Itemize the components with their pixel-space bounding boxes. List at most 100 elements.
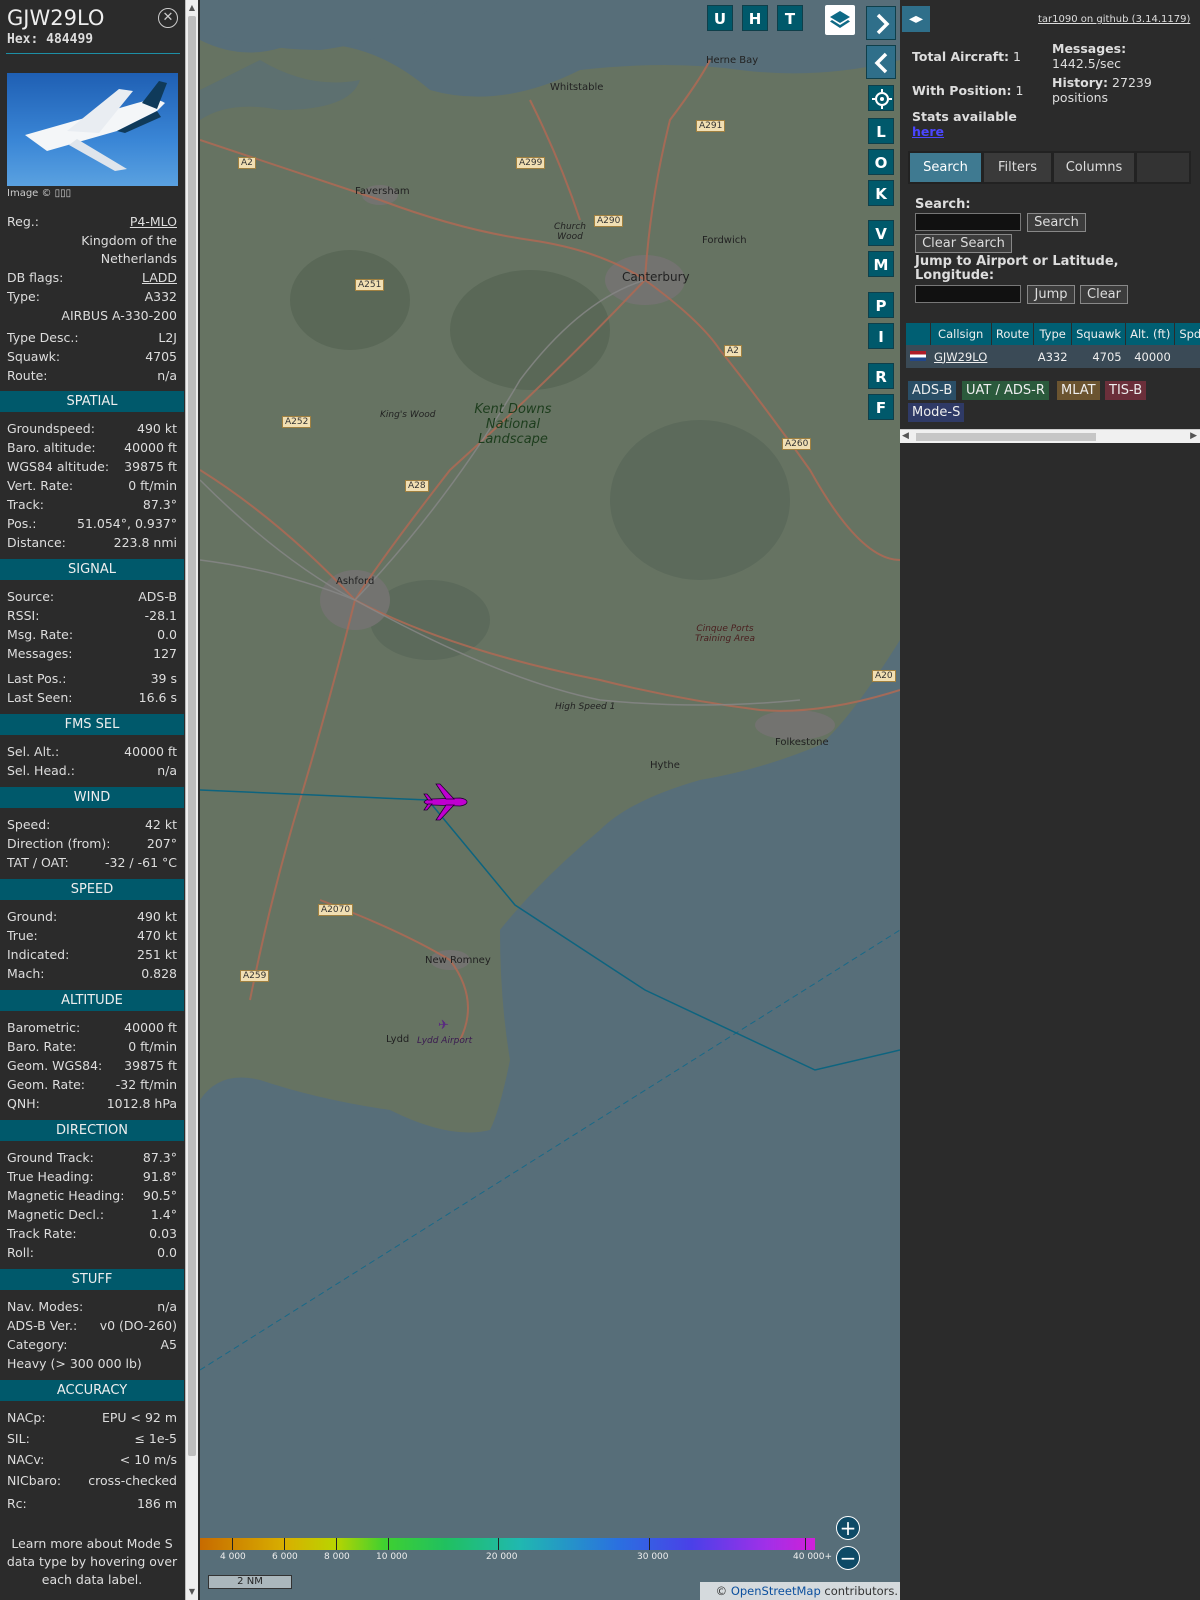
- detail-row: Roll: 0.0: [0, 1243, 180, 1262]
- scroll-right-icon[interactable]: ▶: [1190, 431, 1197, 441]
- settings-button[interactable]: [868, 85, 894, 111]
- detail-row: Speed: 42 kt: [0, 815, 180, 834]
- detail-label: TAT / OAT:: [7, 855, 69, 870]
- toggle-m-button[interactable]: M: [868, 251, 894, 277]
- place-kent-downs: Kent Downs National Landscape: [474, 402, 552, 447]
- layers-button[interactable]: [825, 5, 855, 35]
- toggle-u-button[interactable]: U: [707, 5, 733, 31]
- toggle-r-button[interactable]: R: [868, 363, 894, 389]
- cell-callsign[interactable]: GJW29LO: [930, 345, 992, 368]
- detail-row: Messages: 127: [0, 644, 180, 663]
- column-header[interactable]: Alt. (ft): [1125, 323, 1176, 345]
- column-header[interactable]: Type: [1033, 323, 1073, 345]
- detail-row: QNH: 1012.8 hPa: [0, 1094, 180, 1113]
- detail-label: Rc:: [7, 1496, 27, 1511]
- detail-value: 1012.8 hPa: [106, 1096, 177, 1111]
- road-a2-west: A2: [238, 157, 256, 169]
- toggle-t-button[interactable]: T: [777, 5, 803, 31]
- toggle-p-button[interactable]: P: [868, 292, 894, 318]
- detail-value[interactable]: LADD: [142, 270, 177, 285]
- zoom-in-button[interactable]: +: [836, 1516, 860, 1540]
- gear-icon: [872, 89, 892, 109]
- github-link[interactable]: tar1090 on github (3.14.1179): [1038, 14, 1190, 25]
- badge-mode-s[interactable]: Mode-S: [908, 403, 965, 422]
- table-body: GJW29LO A332 4705 40000: [906, 345, 1200, 368]
- scroll-down-icon[interactable]: ▼: [186, 1586, 198, 1598]
- detail-label: Geom. WGS84:: [7, 1058, 103, 1073]
- toggle-f-button[interactable]: F: [868, 394, 894, 420]
- table-scrollbar[interactable]: ◀ ▶: [900, 429, 1200, 443]
- detail-label: Last Seen:: [7, 690, 73, 705]
- scroll-left-icon[interactable]: ◀: [902, 431, 909, 441]
- stats-link[interactable]: here: [912, 124, 944, 139]
- toggle-h-button[interactable]: H: [742, 5, 768, 31]
- jump-button[interactable]: Jump: [1027, 285, 1075, 304]
- tab-columns[interactable]: Columns: [1054, 153, 1134, 182]
- collapse-panel-button[interactable]: [866, 45, 896, 79]
- close-icon[interactable]: ✕: [158, 8, 178, 28]
- detail-row: Type: A332: [0, 287, 180, 306]
- detail-value: EPU < 92 m: [101, 1410, 177, 1425]
- panel-scrollbar[interactable]: ▲ ▼: [185, 0, 198, 1600]
- place-folkestone: Folkestone: [775, 737, 829, 748]
- scroll-thumb[interactable]: [188, 16, 196, 1456]
- toggle-sidebar-button[interactable]: ◂▸: [902, 6, 930, 32]
- badge-mlat[interactable]: MLAT: [1057, 381, 1100, 400]
- column-header[interactable]: Squawk: [1071, 323, 1127, 345]
- detail-value: 207°: [146, 836, 177, 851]
- road-a251: A251: [355, 279, 385, 291]
- search-input[interactable]: [915, 213, 1021, 231]
- detail-value: 16.6 s: [138, 690, 177, 705]
- detail-label: Track Rate:: [7, 1226, 77, 1241]
- detail-value[interactable]: P4-MLO: [130, 214, 177, 229]
- detail-row: Pos.: 51.054°, 0.937°: [0, 514, 180, 533]
- aircraft-photo[interactable]: [7, 73, 178, 186]
- clear-button[interactable]: Clear: [1080, 285, 1128, 304]
- detail-row: RSSI: -28.1: [0, 606, 180, 625]
- messages-stat: Messages: 1442.5/sec: [1052, 41, 1127, 71]
- detail-label: DB flags:: [7, 270, 64, 285]
- detail-row: Magnetic Decl.: 1.4°: [0, 1205, 180, 1224]
- column-header[interactable]: Route: [991, 323, 1035, 345]
- search-button[interactable]: Search: [1027, 213, 1086, 232]
- osm-link[interactable]: OpenStreetMap: [731, 1584, 821, 1598]
- detail-label: Type:: [7, 289, 40, 304]
- badge-tis-b[interactable]: TIS-B: [1105, 381, 1147, 400]
- badge-ads-b[interactable]: ADS-B: [908, 381, 957, 400]
- detail-value: cross-checked: [88, 1473, 177, 1488]
- jump-input[interactable]: [915, 285, 1021, 303]
- column-header[interactable]: Spd: [1174, 323, 1200, 345]
- detail-row: WGS84 altitude: 39875 ft: [0, 457, 180, 476]
- tab-search[interactable]: Search: [910, 153, 981, 182]
- road-a28: A28: [405, 480, 429, 492]
- detail-label: RSSI:: [7, 608, 40, 623]
- toggle-o-button[interactable]: O: [868, 149, 894, 175]
- hscroll-thumb[interactable]: [916, 433, 1096, 441]
- zoom-out-button[interactable]: −: [836, 1546, 860, 1570]
- expand-panel-button[interactable]: [866, 6, 896, 40]
- detail-value: 91.8°: [142, 1169, 177, 1184]
- detail-label: ADS-B Ver.:: [7, 1318, 78, 1333]
- badge-uat-ads-r[interactable]: UAT / ADS-R: [962, 381, 1049, 400]
- aircraft-marker-icon[interactable]: [422, 782, 468, 822]
- detail-value: 1.4°: [150, 1207, 177, 1222]
- detail-row: Rc: 186 m: [0, 1494, 180, 1513]
- history-stat: History: 27239 positions: [1052, 75, 1152, 105]
- detail-row: True: 470 kt: [0, 926, 180, 945]
- detail-value: 0.828: [141, 966, 177, 981]
- toggle-l-button[interactable]: L: [868, 118, 894, 144]
- table-row[interactable]: GJW29LO A332 4705 40000: [906, 345, 1200, 368]
- column-header[interactable]: [906, 323, 931, 345]
- detail-row: Geom. Rate: -32 ft/min: [0, 1075, 180, 1094]
- toggle-i-button[interactable]: I: [868, 323, 894, 349]
- toggle-v-button[interactable]: V: [868, 220, 894, 246]
- tab-filters[interactable]: Filters: [984, 153, 1051, 182]
- clear-search-button[interactable]: Clear Search: [915, 234, 1012, 253]
- place-ashford: Ashford: [336, 576, 375, 587]
- detail-row: Last Seen: 16.6 s: [0, 688, 180, 707]
- scroll-up-icon[interactable]: ▲: [186, 2, 198, 14]
- section-header-signal: SIGNAL: [0, 559, 184, 580]
- map-view[interactable]: Herne Bay Whitstable Faversham Church Wo…: [200, 0, 900, 1600]
- column-header[interactable]: Callsign: [930, 323, 992, 345]
- toggle-k-button[interactable]: K: [868, 180, 894, 206]
